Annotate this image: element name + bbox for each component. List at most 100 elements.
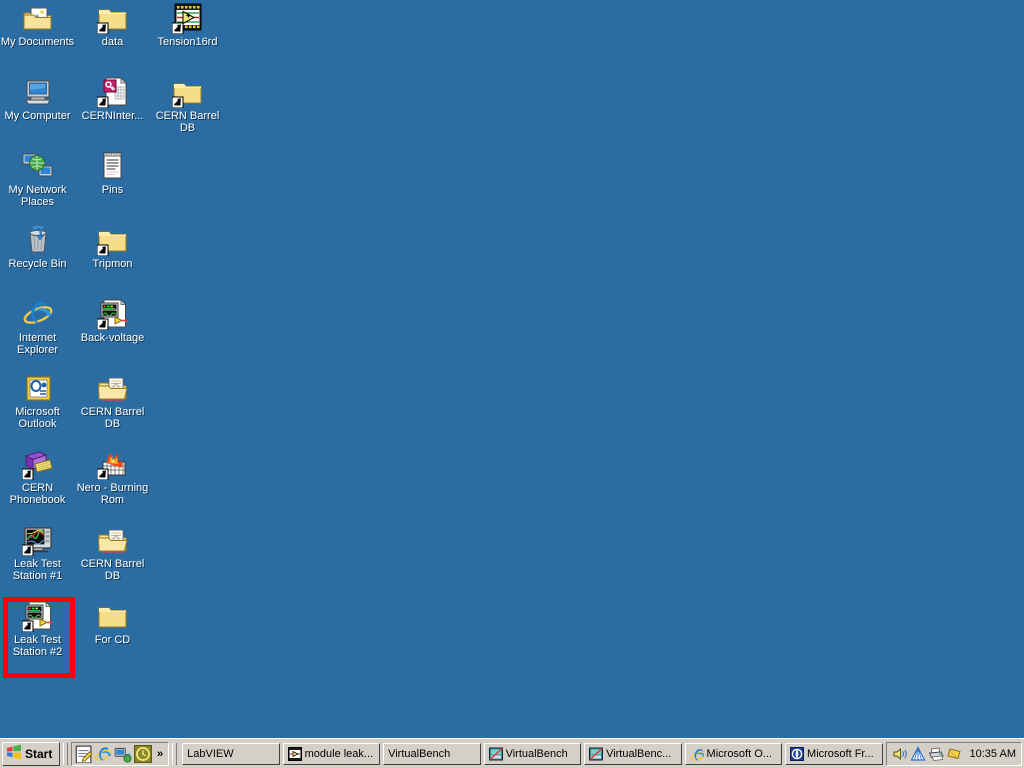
desktop-icon-tripmon[interactable]: Tripmon bbox=[75, 224, 150, 270]
show-desktop-icon[interactable] bbox=[114, 745, 132, 763]
desktop-icon-cern-barrel-db[interactable]: CERN Barrel DB bbox=[75, 372, 150, 430]
task-button-list: LabVIEW module leak... VirtualBench Virtu… bbox=[180, 742, 883, 766]
desktop-icon-back-voltage[interactable]: Back-voltage bbox=[75, 298, 150, 344]
notepad-document-icon bbox=[97, 150, 129, 182]
desktop-icon-label: Internet Explorer bbox=[17, 332, 58, 356]
key-document-icon bbox=[96, 76, 129, 108]
start-button[interactable]: Start bbox=[2, 741, 60, 766]
virtualbench-icon bbox=[589, 747, 604, 761]
desktop-icon-label: CERN Barrel DB bbox=[155, 110, 220, 134]
recycle-bin-icon bbox=[22, 224, 54, 256]
desktop-icon-label: My Documents bbox=[0, 36, 75, 48]
outlook-icon bbox=[22, 372, 54, 404]
desktop-icon-label: Nero - Burning Rom bbox=[76, 482, 149, 506]
phonebook-icon bbox=[21, 448, 54, 480]
network-places-icon bbox=[22, 150, 54, 182]
desktop-icon-label: Leak Test Station #2 bbox=[12, 634, 63, 658]
desktop-icon-label: CERN Phonebook bbox=[9, 482, 66, 506]
taskbar-grip-1[interactable] bbox=[63, 742, 68, 765]
desktop-icon-cerninter[interactable]: CERNInter... bbox=[75, 76, 150, 122]
taskbar-button-label: LabVIEW bbox=[187, 747, 234, 760]
notepad-edit-icon[interactable] bbox=[74, 745, 93, 764]
labview-panel-icon bbox=[21, 600, 54, 632]
desktop-icon-data[interactable]: data bbox=[75, 2, 150, 48]
desktop-icon-for-cd[interactable]: For CD bbox=[75, 600, 150, 646]
labview-vi-icon bbox=[287, 746, 302, 761]
taskbar-button-microsoft-o[interactable]: Microsoft O... bbox=[684, 742, 783, 765]
start-label: Start bbox=[25, 746, 53, 761]
desktop-icon-label: Microsoft Outlook bbox=[15, 406, 60, 430]
desktop-icon-nero-burning-rom[interactable]: Nero - Burning Rom bbox=[75, 448, 150, 506]
windows-flag-icon bbox=[6, 744, 22, 763]
taskbar-button-microsoft-fr[interactable]: Microsoft Fr... bbox=[785, 742, 883, 765]
internet-explorer-icon bbox=[689, 747, 706, 761]
yellow-diamond-icon[interactable] bbox=[946, 746, 962, 762]
desktop-icon-label: Tripmon bbox=[92, 258, 133, 270]
taskbar-button-virtualbench[interactable]: VirtualBench bbox=[383, 742, 481, 765]
blue-pyramid-icon[interactable] bbox=[910, 745, 926, 762]
folder-icon bbox=[97, 600, 129, 632]
clock-circle-icon[interactable] bbox=[134, 744, 152, 763]
labview-vi-icon bbox=[171, 2, 204, 34]
taskbar-button-virtualbench[interactable]: VirtualBench bbox=[483, 742, 582, 765]
labview-panel-icon bbox=[96, 298, 129, 330]
desktop-icon-label: For CD bbox=[94, 634, 131, 646]
desktop-icon-label: CERN Barrel DB bbox=[80, 558, 145, 582]
taskbar-button-virtualbenc[interactable]: VirtualBenc... bbox=[584, 742, 682, 765]
desktop-icon-leak-test-station-1[interactable]: Leak Test Station #1 bbox=[0, 524, 75, 582]
internet-explorer-icon bbox=[22, 298, 54, 330]
desktop-icon-my-network-places[interactable]: My Network Places bbox=[0, 150, 75, 208]
desktop-icon-label: My Network Places bbox=[8, 184, 67, 208]
open-folder-docs-icon bbox=[97, 372, 129, 404]
my-documents-folder-icon bbox=[22, 2, 54, 34]
taskbar-button-label: VirtualBenc... bbox=[606, 747, 672, 760]
folder-icon bbox=[96, 224, 129, 256]
desktop-icon-recycle-bin[interactable]: Recycle Bin bbox=[0, 224, 75, 270]
desktop-icon-leak-test-station-2[interactable]: Leak Test Station #2 bbox=[0, 600, 75, 658]
taskbar-button-labview[interactable]: LabVIEW bbox=[182, 742, 280, 765]
desktop-icon-cern-barrel-db[interactable]: CERN Barrel DB bbox=[75, 524, 150, 582]
taskbar-button-label: VirtualBench bbox=[388, 747, 451, 760]
tray-icon-group bbox=[892, 745, 962, 762]
nero-burning-icon bbox=[96, 448, 129, 480]
desktop-icon-label: Recycle Bin bbox=[8, 258, 67, 270]
quick-launch-bar[interactable]: » bbox=[71, 741, 170, 766]
virtualbench-icon bbox=[488, 747, 503, 761]
internet-explorer-icon[interactable] bbox=[94, 745, 112, 763]
taskbar-grip-2[interactable] bbox=[172, 742, 178, 765]
desktop-icon-grid: My Documents data Tension16rd My Compute… bbox=[0, 0, 230, 730]
desktop-icon-microsoft-outlook[interactable]: Microsoft Outlook bbox=[0, 372, 75, 430]
desktop-icon-my-computer[interactable]: My Computer bbox=[0, 76, 75, 122]
desktop[interactable]: My Documents data Tension16rd My Compute… bbox=[0, 0, 1024, 768]
frontpage-icon bbox=[790, 746, 805, 761]
desktop-icon-cern-phonebook[interactable]: CERN Phonebook bbox=[0, 448, 75, 506]
my-computer-icon bbox=[22, 76, 54, 108]
taskbar-button-module-leak[interactable]: module leak... bbox=[282, 742, 381, 765]
desktop-icon-my-documents[interactable]: My Documents bbox=[0, 2, 75, 48]
system-tray[interactable]: 10:35 AM bbox=[885, 741, 1022, 766]
desktop-icon-label: Pins bbox=[101, 184, 124, 196]
desktop-icon-tension16rd[interactable]: Tension16rd bbox=[150, 2, 225, 48]
quick-launch-overflow-chevron[interactable]: » bbox=[154, 745, 166, 763]
open-folder-docs-icon bbox=[97, 524, 129, 556]
desktop-icon-internet-explorer[interactable]: Internet Explorer bbox=[0, 298, 75, 356]
desktop-icon-label: Back-voltage bbox=[80, 332, 145, 344]
desktop-icon-pins[interactable]: Pins bbox=[75, 150, 150, 196]
printer-icon[interactable] bbox=[928, 746, 944, 762]
desktop-icon-label: CERNInter... bbox=[81, 110, 144, 122]
folder-icon bbox=[171, 76, 204, 108]
desktop-icon-label: My Computer bbox=[4, 110, 71, 122]
taskbar-button-label: Microsoft Fr... bbox=[807, 747, 874, 760]
scope-monitor-icon bbox=[21, 524, 54, 556]
tray-clock[interactable]: 10:35 AM bbox=[965, 748, 1016, 760]
desktop-icon-label: Leak Test Station #1 bbox=[12, 558, 63, 582]
taskbar-button-label: VirtualBench bbox=[505, 747, 568, 760]
taskbar-button-label: module leak... bbox=[304, 747, 374, 760]
desktop-icon-label: CERN Barrel DB bbox=[80, 406, 145, 430]
desktop-icon-label: data bbox=[101, 36, 124, 48]
taskbar-button-label: Microsoft O... bbox=[706, 747, 772, 760]
taskbar[interactable]: Start » LabVIEW module leak... VirtualBen… bbox=[0, 738, 1024, 768]
desktop-icon-label: Tension16rd bbox=[157, 36, 218, 48]
volume-speaker-icon[interactable] bbox=[892, 746, 908, 762]
desktop-icon-cern-barrel-db[interactable]: CERN Barrel DB bbox=[150, 76, 225, 134]
